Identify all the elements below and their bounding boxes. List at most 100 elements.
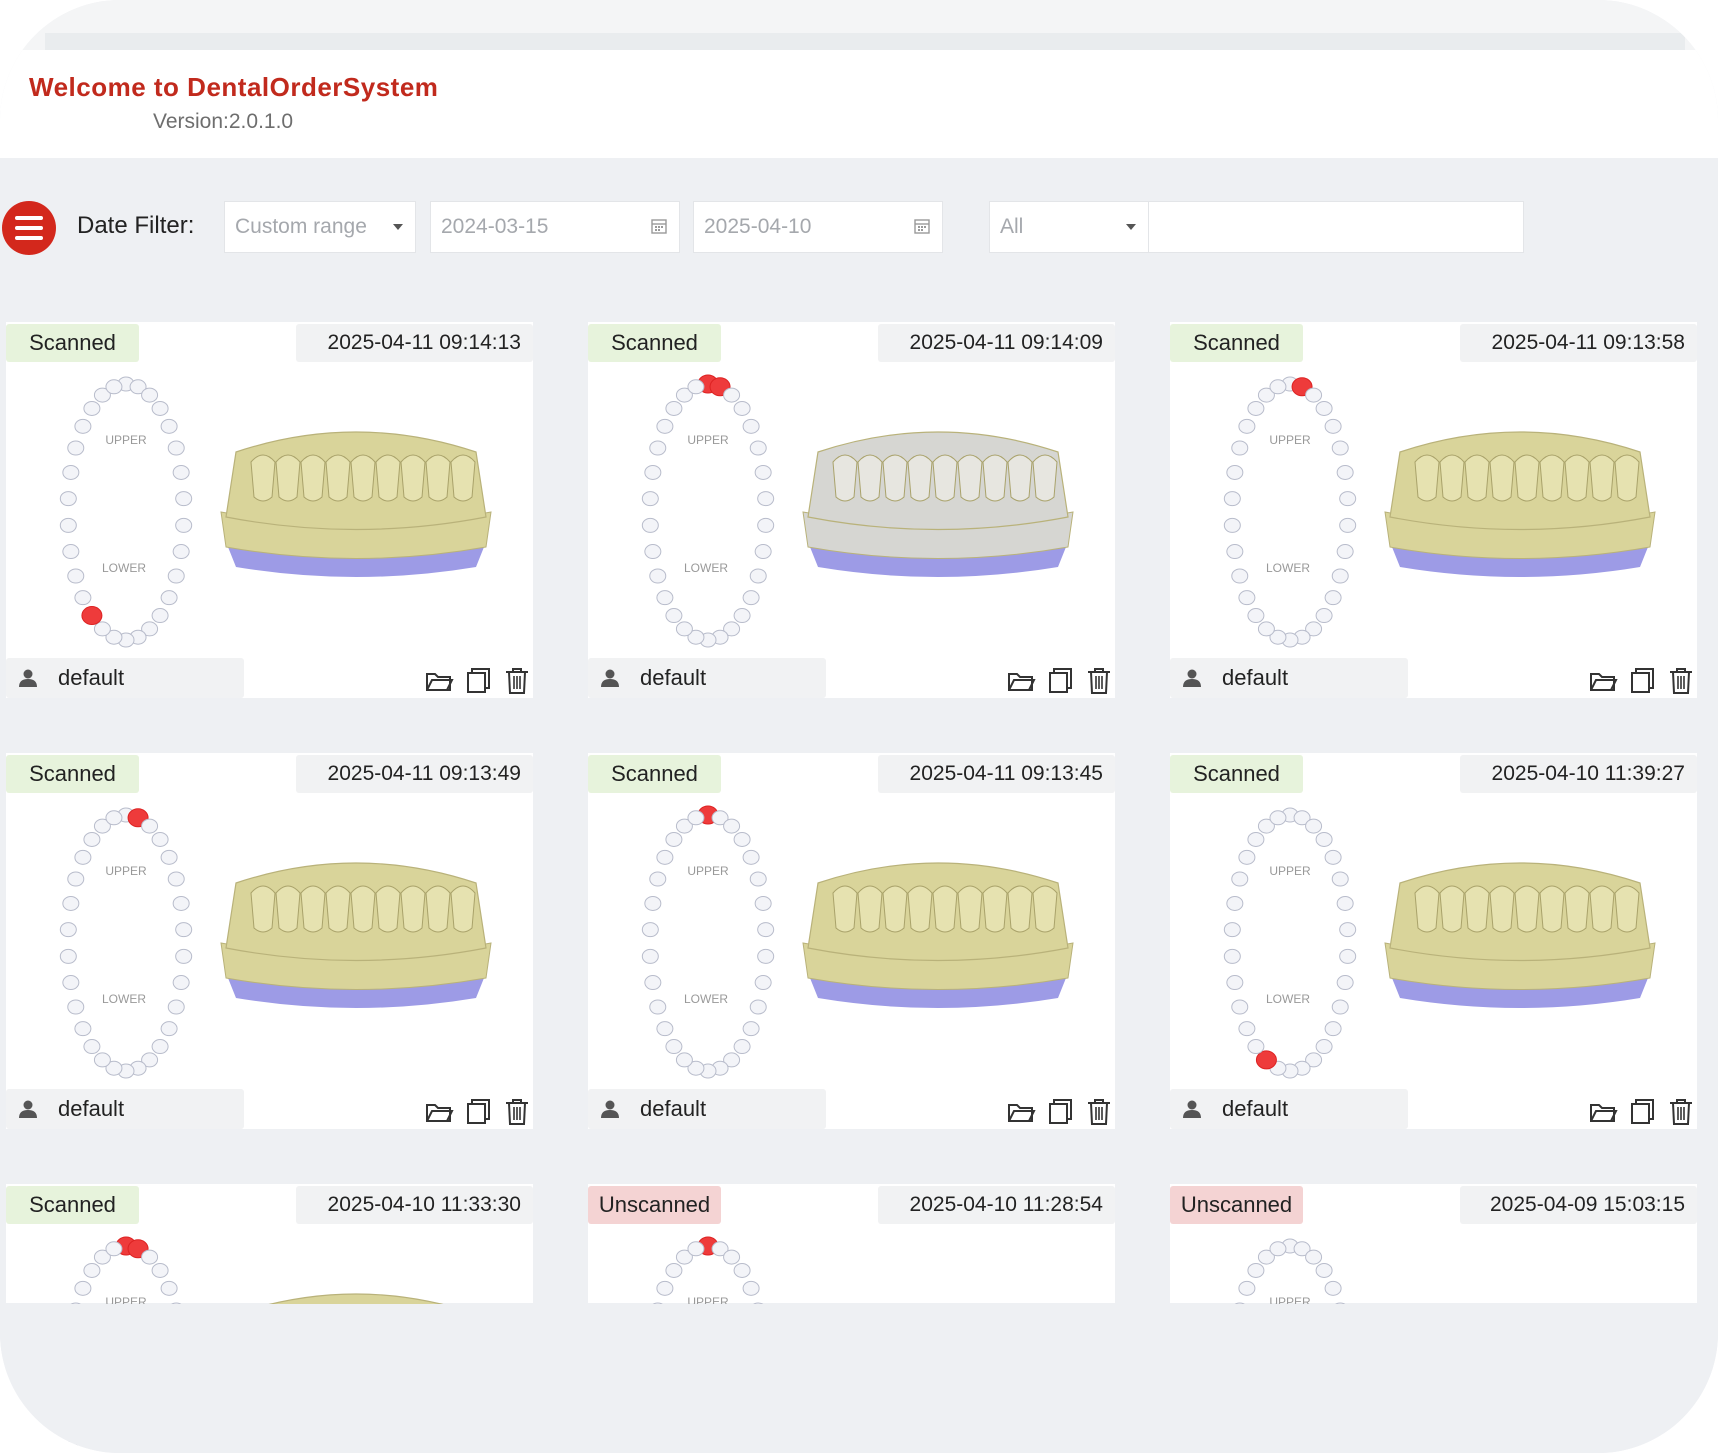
tooth-marker[interactable] bbox=[1247, 608, 1265, 624]
tooth-marker[interactable] bbox=[1339, 491, 1357, 507]
tooth-marker[interactable] bbox=[1226, 464, 1244, 480]
tooth-marker[interactable] bbox=[1231, 871, 1249, 887]
tooth-marker[interactable] bbox=[675, 1052, 693, 1068]
trash-icon[interactable] bbox=[1666, 666, 1696, 694]
tooth-marker[interactable] bbox=[67, 440, 85, 456]
tooth-marker[interactable] bbox=[742, 1021, 760, 1037]
tooth-marker[interactable] bbox=[62, 464, 80, 480]
tooth-marker[interactable] bbox=[74, 849, 92, 865]
tooth-marker[interactable] bbox=[754, 544, 772, 560]
tooth-marker[interactable] bbox=[649, 440, 667, 456]
tooth-marker[interactable] bbox=[687, 379, 705, 395]
tooth-marker[interactable] bbox=[105, 810, 123, 826]
tooth-marker[interactable] bbox=[62, 544, 80, 560]
tooth-marker[interactable] bbox=[1226, 895, 1244, 911]
order-card[interactable]: Scanned 2025-04-11 09:14:09 UPPER LOWER defa… bbox=[588, 322, 1115, 698]
scan-model-preview[interactable] bbox=[206, 392, 506, 592]
tooth-marker[interactable] bbox=[1315, 1039, 1333, 1055]
tooth-marker[interactable] bbox=[1331, 440, 1349, 456]
tooth-marker[interactable] bbox=[742, 590, 760, 606]
scan-model-preview[interactable] bbox=[1370, 392, 1670, 592]
tooth-marker[interactable] bbox=[754, 975, 772, 991]
tooth-marker[interactable] bbox=[1238, 418, 1256, 434]
status-select[interactable]: All bbox=[989, 201, 1149, 253]
tooth-marker[interactable] bbox=[1231, 568, 1249, 584]
tooth-marker[interactable] bbox=[160, 418, 178, 434]
trash-icon[interactable] bbox=[1666, 1097, 1696, 1125]
order-card[interactable]: Unscanned2025-04-09 15:03:15UPPERLOWER bbox=[1170, 1184, 1697, 1453]
tooth-marker[interactable] bbox=[1339, 922, 1357, 938]
tooth-marker[interactable] bbox=[1223, 491, 1241, 507]
tooth-marker[interactable] bbox=[675, 621, 693, 637]
tooth-marker[interactable] bbox=[151, 608, 169, 624]
tooth-marker[interactable] bbox=[1231, 999, 1249, 1015]
tooth-marker[interactable] bbox=[733, 1039, 751, 1055]
tooth-marker[interactable] bbox=[1315, 831, 1333, 847]
tooth-marker[interactable] bbox=[1238, 590, 1256, 606]
tooth-marker[interactable] bbox=[1247, 1262, 1265, 1278]
trash-icon[interactable] bbox=[502, 1097, 532, 1125]
tooth-marker[interactable] bbox=[644, 544, 662, 560]
tooth-marker[interactable] bbox=[175, 922, 193, 938]
menu-button[interactable] bbox=[2, 201, 56, 255]
tooth-marker[interactable] bbox=[1269, 810, 1287, 826]
copy-icon[interactable] bbox=[463, 666, 493, 694]
tooth-marker[interactable] bbox=[757, 948, 775, 964]
order-card[interactable]: Scanned 2025-04-11 09:14:13 UPPER LOWER defa… bbox=[6, 322, 533, 698]
tooth-marker[interactable] bbox=[1305, 818, 1323, 834]
tooth-marker[interactable] bbox=[1324, 590, 1342, 606]
tooth-marker[interactable] bbox=[641, 922, 659, 938]
tooth-marker[interactable] bbox=[1331, 999, 1349, 1015]
tooth-marker[interactable] bbox=[167, 568, 185, 584]
tooth-marker[interactable] bbox=[757, 491, 775, 507]
tooth-marker[interactable] bbox=[167, 999, 185, 1015]
tooth-marker[interactable] bbox=[141, 1249, 159, 1265]
tooth-marker[interactable] bbox=[742, 1280, 760, 1296]
tooth-marker[interactable] bbox=[172, 464, 190, 480]
tooth-chart[interactable]: UPPER LOWER bbox=[56, 372, 196, 652]
tooth-marker[interactable] bbox=[644, 464, 662, 480]
tooth-marker[interactable] bbox=[749, 999, 767, 1015]
copy-icon[interactable] bbox=[1045, 1097, 1075, 1125]
tooth-marker[interactable] bbox=[1238, 1021, 1256, 1037]
tooth-marker[interactable] bbox=[1223, 517, 1241, 533]
tooth-marker[interactable] bbox=[1247, 400, 1265, 416]
tooth-marker[interactable] bbox=[67, 568, 85, 584]
tooth-marker[interactable] bbox=[649, 568, 667, 584]
tooth-marker[interactable] bbox=[175, 517, 193, 533]
tooth-marker[interactable] bbox=[81, 606, 103, 626]
trash-icon[interactable] bbox=[1084, 666, 1114, 694]
tooth-marker[interactable] bbox=[105, 1241, 123, 1257]
tooth-marker[interactable] bbox=[665, 1039, 683, 1055]
tooth-marker[interactable] bbox=[59, 491, 77, 507]
tooth-marker[interactable] bbox=[1269, 379, 1287, 395]
tooth-marker[interactable] bbox=[1324, 849, 1342, 865]
tooth-marker[interactable] bbox=[1226, 975, 1244, 991]
tooth-marker[interactable] bbox=[62, 895, 80, 911]
tooth-marker[interactable] bbox=[687, 810, 705, 826]
scan-model-preview[interactable] bbox=[206, 823, 506, 1023]
tooth-marker[interactable] bbox=[656, 590, 674, 606]
tooth-marker[interactable] bbox=[141, 387, 159, 403]
tooth-marker[interactable] bbox=[742, 849, 760, 865]
folder-open-icon[interactable] bbox=[1588, 666, 1618, 694]
tooth-marker[interactable] bbox=[93, 1052, 111, 1068]
tooth-marker[interactable] bbox=[1336, 975, 1354, 991]
tooth-marker[interactable] bbox=[93, 621, 111, 637]
tooth-marker[interactable] bbox=[74, 1280, 92, 1296]
trash-icon[interactable] bbox=[502, 666, 532, 694]
tooth-marker[interactable] bbox=[644, 975, 662, 991]
tooth-marker[interactable] bbox=[1305, 387, 1323, 403]
tooth-marker[interactable] bbox=[67, 999, 85, 1015]
order-card[interactable]: Scanned 2025-04-10 11:39:27 UPPER LOWER defa… bbox=[1170, 753, 1697, 1129]
tooth-marker[interactable] bbox=[151, 831, 169, 847]
tooth-marker[interactable] bbox=[1247, 1039, 1265, 1055]
tooth-marker[interactable] bbox=[656, 849, 674, 865]
tooth-marker[interactable] bbox=[742, 418, 760, 434]
tooth-marker[interactable] bbox=[749, 871, 767, 887]
tooth-marker[interactable] bbox=[641, 517, 659, 533]
tooth-marker[interactable] bbox=[1331, 871, 1349, 887]
order-card[interactable]: Scanned 2025-04-11 09:13:58 UPPER LOWER defa… bbox=[1170, 322, 1697, 698]
tooth-marker[interactable] bbox=[656, 1280, 674, 1296]
tooth-marker[interactable] bbox=[1223, 922, 1241, 938]
